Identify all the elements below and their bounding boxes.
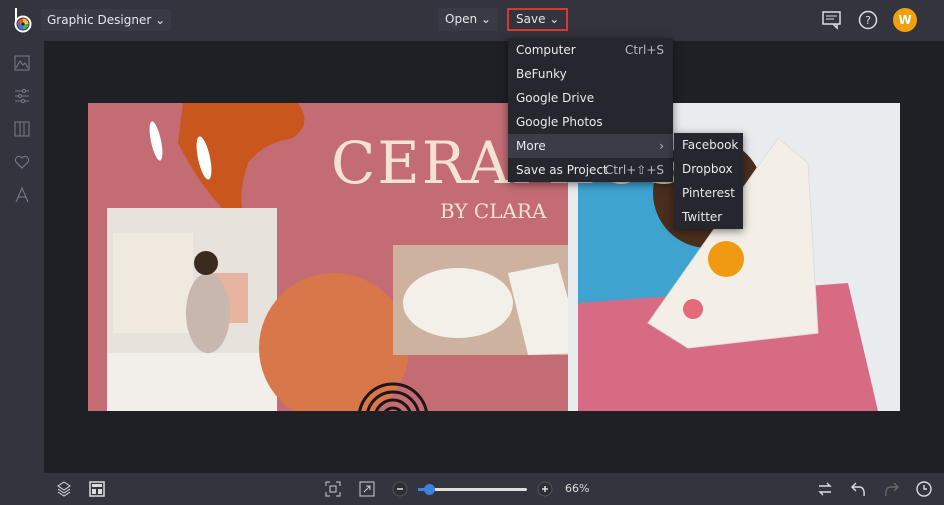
- zoom-slider[interactable]: [418, 484, 527, 495]
- bottom-toolbar: 66%: [0, 473, 944, 505]
- befunky-logo[interactable]: [12, 7, 34, 33]
- orange-circle: [259, 273, 409, 411]
- undo-icon[interactable]: [851, 481, 867, 497]
- save-label: Save: [516, 12, 546, 26]
- more-submenu: Facebook Dropbox Pinterest Twitter: [674, 133, 743, 229]
- save-menu-computer[interactable]: Computer Ctrl+S: [508, 38, 673, 62]
- design-canvas[interactable]: CERAMICS BY CLARA: [88, 103, 900, 411]
- submenu-twitter[interactable]: Twitter: [674, 205, 743, 229]
- menu-label: More: [516, 139, 546, 153]
- open-label: Open: [445, 12, 478, 26]
- help-icon[interactable]: ?: [857, 9, 879, 31]
- submenu-pinterest[interactable]: Pinterest: [674, 181, 743, 205]
- save-button[interactable]: Save ⌄: [507, 8, 569, 31]
- image-icon[interactable]: [14, 55, 30, 71]
- menu-label: Google Drive: [516, 91, 595, 105]
- shortcut: Ctrl+⇧+S: [604, 163, 664, 177]
- open-button[interactable]: Open ⌄: [438, 8, 498, 31]
- save-menu: Computer Ctrl+S BeFunky Google Drive Goog…: [508, 38, 673, 182]
- actual-size-icon[interactable]: [359, 481, 375, 497]
- swap-icon[interactable]: [817, 481, 833, 497]
- zoom-slider-thumb[interactable]: [423, 484, 435, 495]
- zoom-out-icon[interactable]: [392, 481, 408, 497]
- chevron-down-icon: ⌄: [549, 12, 560, 26]
- chevron-down-icon: ⌄: [155, 13, 166, 27]
- svg-text:?: ?: [865, 14, 871, 27]
- submenu-dropbox[interactable]: Dropbox: [674, 157, 743, 181]
- menu-label: BeFunky: [516, 67, 567, 81]
- save-menu-save-as-project[interactable]: Save as Project Ctrl+⇧+S: [508, 158, 673, 182]
- submenu-facebook[interactable]: Facebook: [674, 133, 743, 157]
- fit-to-screen-icon[interactable]: [325, 481, 341, 497]
- menu-label: Save as Project: [516, 163, 608, 177]
- chevron-down-icon: ⌄: [480, 12, 491, 26]
- save-menu-google-drive[interactable]: Google Drive: [508, 86, 673, 110]
- zoom-in-icon[interactable]: [537, 481, 553, 497]
- heart-icon[interactable]: [14, 154, 30, 170]
- orange-blob: [178, 103, 305, 219]
- history-icon[interactable]: [916, 481, 932, 497]
- template-icon[interactable]: [89, 481, 105, 497]
- menu-label: Computer: [516, 43, 576, 57]
- left-toolbar: [0, 41, 44, 473]
- chevron-right-icon: ›: [659, 139, 664, 153]
- zoom-level: 66%: [565, 482, 590, 495]
- redo-icon[interactable]: [883, 481, 899, 497]
- save-menu-more[interactable]: More ›: [508, 134, 673, 158]
- save-menu-befunky[interactable]: BeFunky: [508, 62, 673, 86]
- project-type-label: Graphic Designer: [47, 13, 152, 27]
- layouts-icon[interactable]: [14, 121, 30, 137]
- layers-icon[interactable]: [56, 481, 72, 497]
- menu-label: Google Photos: [516, 115, 603, 129]
- save-menu-google-photos[interactable]: Google Photos: [508, 110, 673, 134]
- shortcut: Ctrl+S: [624, 43, 664, 57]
- canvas-subtitle: BY CLARA: [440, 199, 547, 223]
- text-icon[interactable]: [14, 187, 30, 203]
- comments-icon[interactable]: [821, 9, 843, 31]
- user-avatar[interactable]: W: [893, 8, 917, 32]
- top-bar: Graphic Designer ⌄ Open ⌄ Save ⌄ ? W: [0, 0, 944, 41]
- adjustments-icon[interactable]: [14, 88, 30, 104]
- project-type-dropdown[interactable]: Graphic Designer ⌄: [41, 9, 172, 31]
